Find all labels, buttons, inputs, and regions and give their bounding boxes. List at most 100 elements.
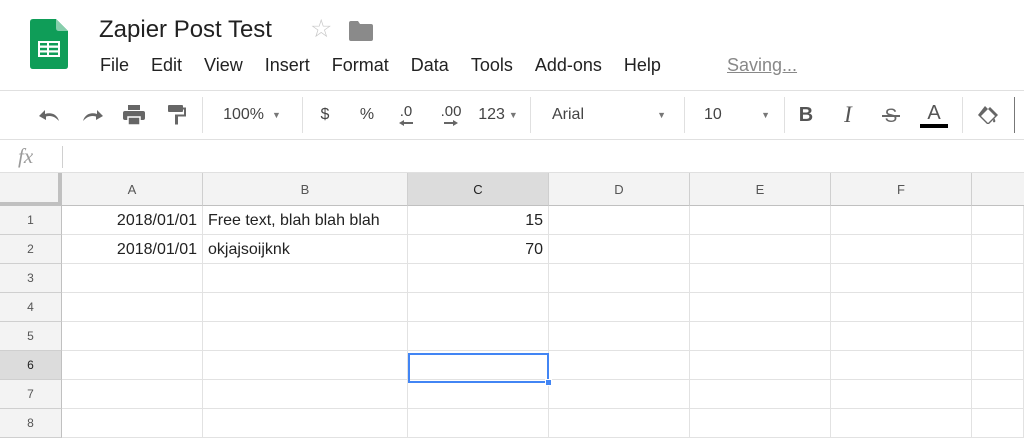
cell-d3[interactable]: [549, 264, 690, 293]
cell-e4[interactable]: [690, 293, 831, 322]
cell-b7[interactable]: [203, 380, 408, 409]
cell-c4[interactable]: [408, 293, 549, 322]
column-header-a[interactable]: A: [62, 173, 203, 206]
cell-a7[interactable]: [62, 380, 203, 409]
document-title[interactable]: Zapier Post Test: [99, 16, 272, 44]
sheets-logo-icon[interactable]: [30, 19, 68, 69]
cell-e1[interactable]: [690, 206, 831, 235]
more-formats-button[interactable]: 123 ▼: [474, 91, 522, 139]
column-header-e[interactable]: E: [690, 173, 831, 206]
cell-f1[interactable]: [831, 206, 972, 235]
bold-icon[interactable]: B: [794, 91, 818, 139]
cell-b3[interactable]: [203, 264, 408, 293]
cell-g1[interactable]: [972, 206, 1024, 235]
cell-a8[interactable]: [62, 409, 203, 438]
row-header-1[interactable]: 1: [0, 206, 62, 235]
cell-c5[interactable]: [408, 322, 549, 351]
column-header-d[interactable]: D: [549, 173, 690, 206]
cell-b5[interactable]: [203, 322, 408, 351]
cell-b6[interactable]: [203, 351, 408, 380]
percent-format-button[interactable]: %: [355, 91, 379, 139]
decrease-decimal-button[interactable]: .0: [393, 91, 419, 139]
cell-c7[interactable]: [408, 380, 549, 409]
column-header-f[interactable]: F: [831, 173, 972, 206]
cell-c2[interactable]: 70: [408, 235, 549, 264]
cell-g4[interactable]: [972, 293, 1024, 322]
cell-c3[interactable]: [408, 264, 549, 293]
redo-icon[interactable]: [78, 91, 106, 139]
cell-g7[interactable]: [972, 380, 1024, 409]
cell-a2[interactable]: 2018/01/01: [62, 235, 203, 264]
menu-file[interactable]: File: [100, 55, 129, 77]
cell-b8[interactable]: [203, 409, 408, 438]
row-header-3[interactable]: 3: [0, 264, 62, 293]
formula-input[interactable]: [72, 147, 1012, 167]
cell-e8[interactable]: [690, 409, 831, 438]
menu-add-ons[interactable]: Add-ons: [535, 55, 602, 77]
cell-g5[interactable]: [972, 322, 1024, 351]
cell-f4[interactable]: [831, 293, 972, 322]
cell-d5[interactable]: [549, 322, 690, 351]
menu-format[interactable]: Format: [332, 55, 389, 77]
cell-e2[interactable]: [690, 235, 831, 264]
row-header-4[interactable]: 4: [0, 293, 62, 322]
cell-a1[interactable]: 2018/01/01: [62, 206, 203, 235]
cell-e6[interactable]: [690, 351, 831, 380]
row-header-5[interactable]: 5: [0, 322, 62, 351]
increase-decimal-button[interactable]: .00: [436, 91, 466, 139]
cell-e7[interactable]: [690, 380, 831, 409]
cell-g3[interactable]: [972, 264, 1024, 293]
cell-a3[interactable]: [62, 264, 203, 293]
cell-b2[interactable]: okjajsoijknk: [203, 235, 408, 264]
row-header-8[interactable]: 8: [0, 409, 62, 438]
font-size-select[interactable]: 10 ▼: [694, 91, 776, 139]
cell-f2[interactable]: [831, 235, 972, 264]
menu-view[interactable]: View: [204, 55, 243, 77]
cell-e3[interactable]: [690, 264, 831, 293]
menu-tools[interactable]: Tools: [471, 55, 513, 77]
undo-icon[interactable]: [36, 91, 64, 139]
cell-f7[interactable]: [831, 380, 972, 409]
menu-data[interactable]: Data: [411, 55, 449, 77]
folder-icon[interactable]: [349, 21, 373, 41]
cell-d1[interactable]: [549, 206, 690, 235]
row-header-7[interactable]: 7: [0, 380, 62, 409]
cell-b1[interactable]: Free text, blah blah blah: [203, 206, 408, 235]
menu-insert[interactable]: Insert: [265, 55, 310, 77]
cell-f5[interactable]: [831, 322, 972, 351]
zoom-select[interactable]: 100% ▼: [212, 91, 292, 139]
cell-d8[interactable]: [549, 409, 690, 438]
italic-icon[interactable]: I: [836, 91, 860, 139]
cell-g8[interactable]: [972, 409, 1024, 438]
paint-format-icon[interactable]: [163, 91, 191, 139]
cell-a6[interactable]: [62, 351, 203, 380]
saving-status[interactable]: Saving...: [727, 55, 797, 76]
fill-handle[interactable]: [545, 379, 552, 386]
column-header-g[interactable]: [972, 173, 1024, 206]
column-header-c[interactable]: C: [408, 173, 549, 206]
cell-c8[interactable]: [408, 409, 549, 438]
column-header-b[interactable]: B: [203, 173, 408, 206]
text-color-icon[interactable]: A: [918, 91, 950, 139]
cell-d2[interactable]: [549, 235, 690, 264]
fill-color-icon[interactable]: [974, 91, 1002, 139]
print-icon[interactable]: [120, 91, 148, 139]
cell-a5[interactable]: [62, 322, 203, 351]
cell-d4[interactable]: [549, 293, 690, 322]
cell-c1[interactable]: 15: [408, 206, 549, 235]
cell-g2[interactable]: [972, 235, 1024, 264]
cell-g6[interactable]: [972, 351, 1024, 380]
menu-edit[interactable]: Edit: [151, 55, 182, 77]
font-family-select[interactable]: Arial ▼: [540, 91, 674, 139]
cell-c6[interactable]: [408, 351, 549, 380]
cell-f8[interactable]: [831, 409, 972, 438]
row-header-6[interactable]: 6: [0, 351, 62, 380]
menu-help[interactable]: Help: [624, 55, 661, 77]
cell-d7[interactable]: [549, 380, 690, 409]
cell-e5[interactable]: [690, 322, 831, 351]
cell-d6[interactable]: [549, 351, 690, 380]
row-header-2[interactable]: 2: [0, 235, 62, 264]
select-all-corner[interactable]: [0, 173, 62, 206]
cell-a4[interactable]: [62, 293, 203, 322]
cell-b4[interactable]: [203, 293, 408, 322]
